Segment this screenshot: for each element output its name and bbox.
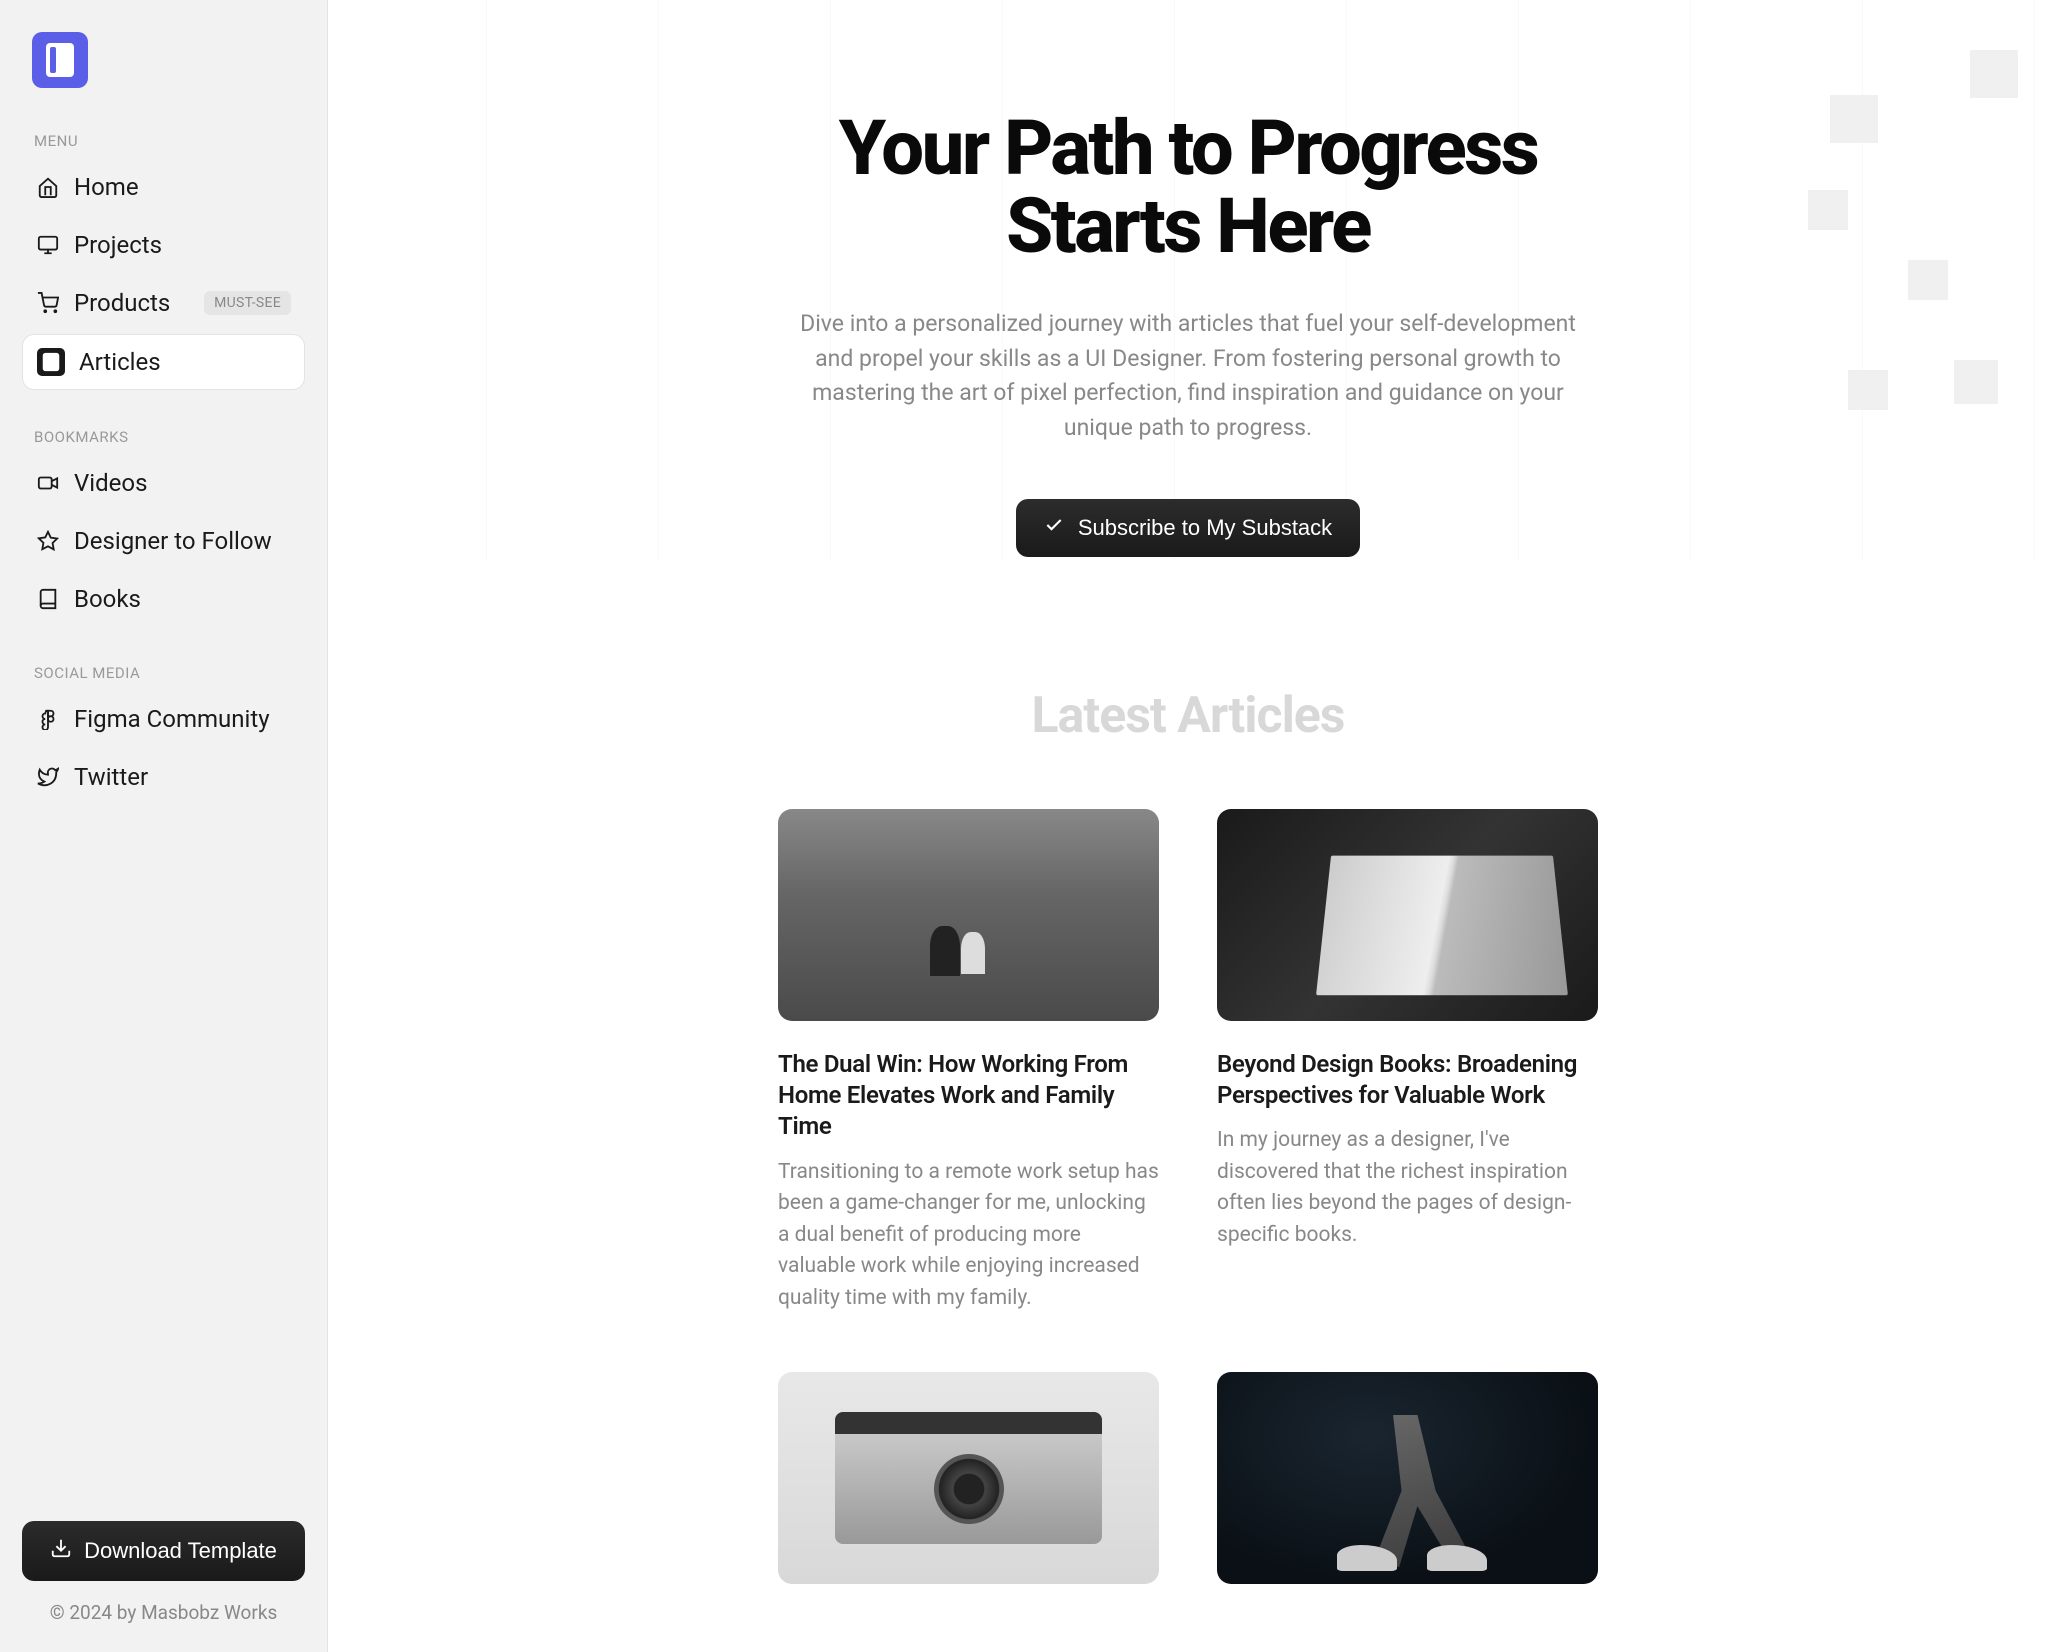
home-icon	[36, 175, 60, 199]
nav-section-menu: MENU Home Projects Products MUST-SEE Ar	[22, 132, 305, 394]
article-card[interactable]	[1217, 1372, 1598, 1612]
article-excerpt: Transitioning to a remote work setup has…	[778, 1157, 1159, 1315]
sidebar: MENU Home Projects Products MUST-SEE Ar	[0, 0, 328, 1652]
hero: Your Path to Progress Starts Here Dive i…	[778, 0, 1598, 557]
article-title: Beyond Design Books: Broadening Perspect…	[1217, 1049, 1598, 1111]
sidebar-item-label: Books	[74, 585, 141, 613]
star-icon	[36, 529, 60, 553]
download-template-button[interactable]: Download Template	[22, 1521, 305, 1581]
subscribe-button[interactable]: Subscribe to My Substack	[1016, 499, 1360, 557]
sidebar-item-label: Figma Community	[74, 705, 270, 733]
must-see-badge: MUST-SEE	[204, 291, 291, 315]
sidebar-item-label: Projects	[74, 231, 162, 259]
sidebar-item-figma-community[interactable]: Figma Community	[22, 692, 305, 746]
article-excerpt: In my journey as a designer, I've discov…	[1217, 1125, 1598, 1251]
sidebar-item-designer-to-follow[interactable]: Designer to Follow	[22, 514, 305, 568]
sidebar-item-books[interactable]: Books	[22, 572, 305, 626]
twitter-icon	[36, 765, 60, 789]
check-icon	[1044, 515, 1064, 541]
article-icon	[37, 348, 65, 376]
section-label-menu: MENU	[22, 132, 305, 150]
article-title: The Dual Win: How Working From Home Elev…	[778, 1049, 1159, 1143]
sidebar-item-label: Products	[74, 289, 170, 317]
article-image	[778, 1372, 1159, 1584]
sidebar-item-projects[interactable]: Projects	[22, 218, 305, 272]
sidebar-item-twitter[interactable]: Twitter	[22, 750, 305, 804]
copyright: © 2024 by Masbobz Works	[22, 1601, 305, 1624]
video-icon	[36, 471, 60, 495]
articles-grid: The Dual Win: How Working From Home Elev…	[778, 809, 1598, 1652]
sidebar-item-label: Home	[74, 173, 139, 201]
main-content: Your Path to Progress Starts Here Dive i…	[328, 0, 2048, 1652]
article-card[interactable]	[778, 1372, 1159, 1612]
article-card[interactable]: The Dual Win: How Working From Home Elev…	[778, 809, 1159, 1314]
cart-icon	[36, 291, 60, 315]
hero-title: Your Path to Progress Starts Here	[778, 110, 1598, 265]
article-image	[778, 809, 1159, 1021]
sidebar-item-label: Twitter	[74, 763, 148, 791]
section-label-bookmarks: BOOKMARKS	[22, 428, 305, 446]
latest-articles-heading: Latest Articles	[328, 687, 2048, 745]
hero-subtitle: Dive into a personalized journey with ar…	[788, 307, 1588, 445]
sidebar-item-label: Designer to Follow	[74, 527, 272, 555]
download-label: Download Template	[84, 1538, 277, 1564]
sidebar-item-videos[interactable]: Videos	[22, 456, 305, 510]
sidebar-item-label: Articles	[79, 348, 161, 376]
background-blocks	[1598, 0, 2048, 560]
book-icon	[36, 587, 60, 611]
sidebar-bottom: Download Template © 2024 by Masbobz Work…	[22, 1521, 305, 1624]
figma-icon	[36, 707, 60, 731]
nav-section-bookmarks: BOOKMARKS Videos Designer to Follow Book…	[22, 428, 305, 630]
article-card[interactable]: Beyond Design Books: Broadening Perspect…	[1217, 809, 1598, 1314]
sidebar-item-products[interactable]: Products MUST-SEE	[22, 276, 305, 330]
article-image	[1217, 1372, 1598, 1584]
download-icon	[50, 1537, 72, 1565]
monitor-icon	[36, 233, 60, 257]
article-image	[1217, 809, 1598, 1021]
subscribe-label: Subscribe to My Substack	[1078, 515, 1332, 541]
section-label-social: SOCIAL MEDIA	[22, 664, 305, 682]
sidebar-item-articles[interactable]: Articles	[22, 334, 305, 390]
sidebar-item-label: Videos	[74, 469, 147, 497]
nav-section-social: SOCIAL MEDIA Figma Community Twitter	[22, 664, 305, 808]
logo[interactable]	[32, 32, 88, 88]
sidebar-item-home[interactable]: Home	[22, 160, 305, 214]
